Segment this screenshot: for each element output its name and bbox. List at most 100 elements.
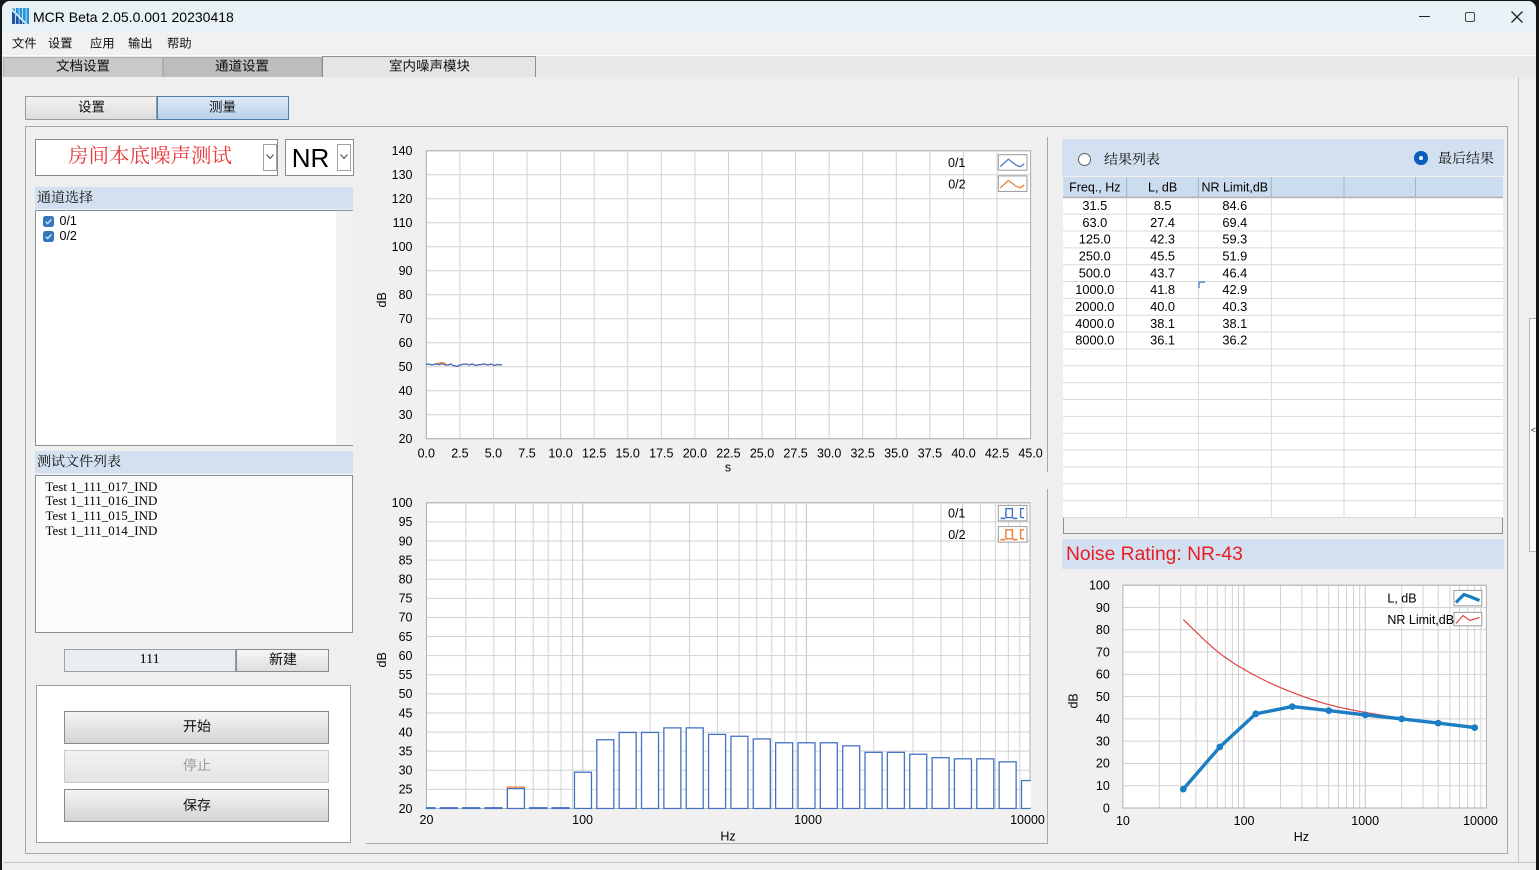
svg-text:43.7: 43.7: [1150, 265, 1175, 280]
svg-text:0/1: 0/1: [948, 156, 965, 170]
svg-text:38.1: 38.1: [1150, 315, 1175, 330]
svg-text:1000: 1000: [794, 813, 822, 827]
svg-text:0/2: 0/2: [948, 177, 965, 191]
svg-text:10: 10: [1095, 779, 1109, 793]
svg-text:30: 30: [399, 408, 413, 422]
svg-text:17.5: 17.5: [649, 447, 673, 461]
svg-text:22.5: 22.5: [716, 447, 740, 461]
svg-text:100: 100: [1233, 814, 1254, 828]
svg-text:50: 50: [399, 360, 413, 374]
svg-text:NR Limit,dB: NR Limit,dB: [1201, 180, 1268, 194]
svg-text:L, dB: L, dB: [1148, 180, 1177, 194]
svg-text:40: 40: [399, 725, 413, 739]
svg-text:25: 25: [399, 783, 413, 797]
svg-text:40.0: 40.0: [951, 447, 975, 461]
svg-text:0: 0: [1102, 801, 1109, 815]
svg-text:2.5: 2.5: [451, 447, 468, 461]
svg-text:Hz: Hz: [720, 830, 735, 843]
svg-text:dB: dB: [1066, 693, 1080, 708]
svg-text:10000: 10000: [1463, 814, 1498, 828]
svg-text:84.6: 84.6: [1222, 197, 1247, 212]
svg-text:60: 60: [1095, 667, 1109, 681]
svg-text:36.2: 36.2: [1222, 332, 1247, 347]
svg-text:0/2: 0/2: [948, 528, 965, 542]
svg-text:55: 55: [399, 668, 413, 682]
svg-text:1000: 1000: [1351, 814, 1379, 828]
svg-text:90: 90: [399, 264, 413, 278]
svg-text:dB: dB: [375, 652, 389, 667]
svg-text:1000.0: 1000.0: [1075, 282, 1114, 297]
svg-text:27.5: 27.5: [783, 447, 807, 461]
svg-text:31.5: 31.5: [1082, 197, 1107, 212]
svg-text:85: 85: [399, 553, 413, 567]
svg-text:250.0: 250.0: [1078, 248, 1110, 263]
svg-text:70: 70: [1095, 645, 1109, 659]
svg-text:45.0: 45.0: [1018, 447, 1042, 461]
svg-text:10: 10: [1116, 814, 1130, 828]
svg-text:70: 70: [399, 611, 413, 625]
svg-text:30.0: 30.0: [817, 447, 841, 461]
svg-text:36.1: 36.1: [1150, 332, 1175, 347]
svg-text:110: 110: [393, 216, 413, 230]
svg-text:90: 90: [399, 534, 413, 548]
svg-text:50: 50: [1095, 689, 1109, 703]
svg-text:80: 80: [399, 288, 413, 302]
svg-text:40.0: 40.0: [1150, 298, 1175, 313]
svg-text:69.4: 69.4: [1222, 214, 1247, 229]
svg-text:100: 100: [1089, 578, 1110, 592]
svg-text:50: 50: [399, 687, 413, 701]
svg-text:65: 65: [399, 630, 413, 644]
svg-text:100: 100: [572, 813, 593, 827]
svg-text:25.0: 25.0: [750, 447, 774, 461]
svg-text:41.8: 41.8: [1150, 282, 1175, 297]
svg-text:27.4: 27.4: [1150, 214, 1175, 229]
svg-text:8000.0: 8000.0: [1075, 332, 1114, 347]
svg-text:4000.0: 4000.0: [1075, 315, 1114, 330]
svg-text:20: 20: [399, 432, 413, 446]
svg-text:dB: dB: [375, 292, 389, 307]
svg-text:70: 70: [399, 312, 413, 326]
svg-text:20: 20: [420, 813, 434, 827]
svg-text:Freq., Hz: Freq., Hz: [1069, 180, 1120, 194]
svg-text:5.0: 5.0: [485, 447, 502, 461]
svg-text:60: 60: [399, 649, 413, 663]
svg-text:42.5: 42.5: [985, 447, 1009, 461]
svg-text:L, dB: L, dB: [1387, 591, 1416, 605]
svg-text:63.0: 63.0: [1082, 214, 1107, 229]
svg-text:59.3: 59.3: [1222, 231, 1247, 246]
svg-text:140: 140: [392, 144, 413, 158]
svg-text:20: 20: [399, 802, 413, 816]
svg-text:42.3: 42.3: [1150, 231, 1175, 246]
svg-text:15.0: 15.0: [616, 447, 640, 461]
svg-text:32.5: 32.5: [851, 447, 875, 461]
svg-text:60: 60: [399, 336, 413, 350]
svg-text:40.3: 40.3: [1222, 298, 1247, 313]
svg-text:0/1: 0/1: [948, 507, 965, 521]
svg-text:40: 40: [1095, 712, 1109, 726]
svg-text:35: 35: [399, 745, 413, 759]
svg-text:10.0: 10.0: [548, 447, 572, 461]
svg-text:12.5: 12.5: [582, 447, 606, 461]
svg-text:46.4: 46.4: [1222, 265, 1247, 280]
svg-text:40: 40: [399, 384, 413, 398]
svg-text:8.5: 8.5: [1153, 197, 1171, 212]
svg-text:30: 30: [399, 764, 413, 778]
svg-text:80: 80: [399, 573, 413, 587]
svg-text:20.0: 20.0: [683, 447, 707, 461]
svg-text:s: s: [725, 461, 731, 473]
svg-text:51.9: 51.9: [1222, 248, 1247, 263]
svg-text:37.5: 37.5: [918, 447, 942, 461]
svg-text:NR Limit,dB: NR Limit,dB: [1387, 613, 1454, 627]
svg-text:95: 95: [399, 515, 413, 529]
svg-text:130: 130: [392, 168, 413, 182]
svg-text:38.1: 38.1: [1222, 315, 1247, 330]
svg-text:125.0: 125.0: [1078, 231, 1110, 246]
svg-text:35.0: 35.0: [884, 447, 908, 461]
svg-text:10000: 10000: [1010, 813, 1045, 827]
svg-text:100: 100: [392, 240, 413, 254]
svg-text:90: 90: [1095, 600, 1109, 614]
svg-text:45: 45: [399, 706, 413, 720]
svg-text:80: 80: [1095, 623, 1109, 637]
svg-text:120: 120: [392, 192, 413, 206]
svg-text:7.5: 7.5: [518, 447, 535, 461]
